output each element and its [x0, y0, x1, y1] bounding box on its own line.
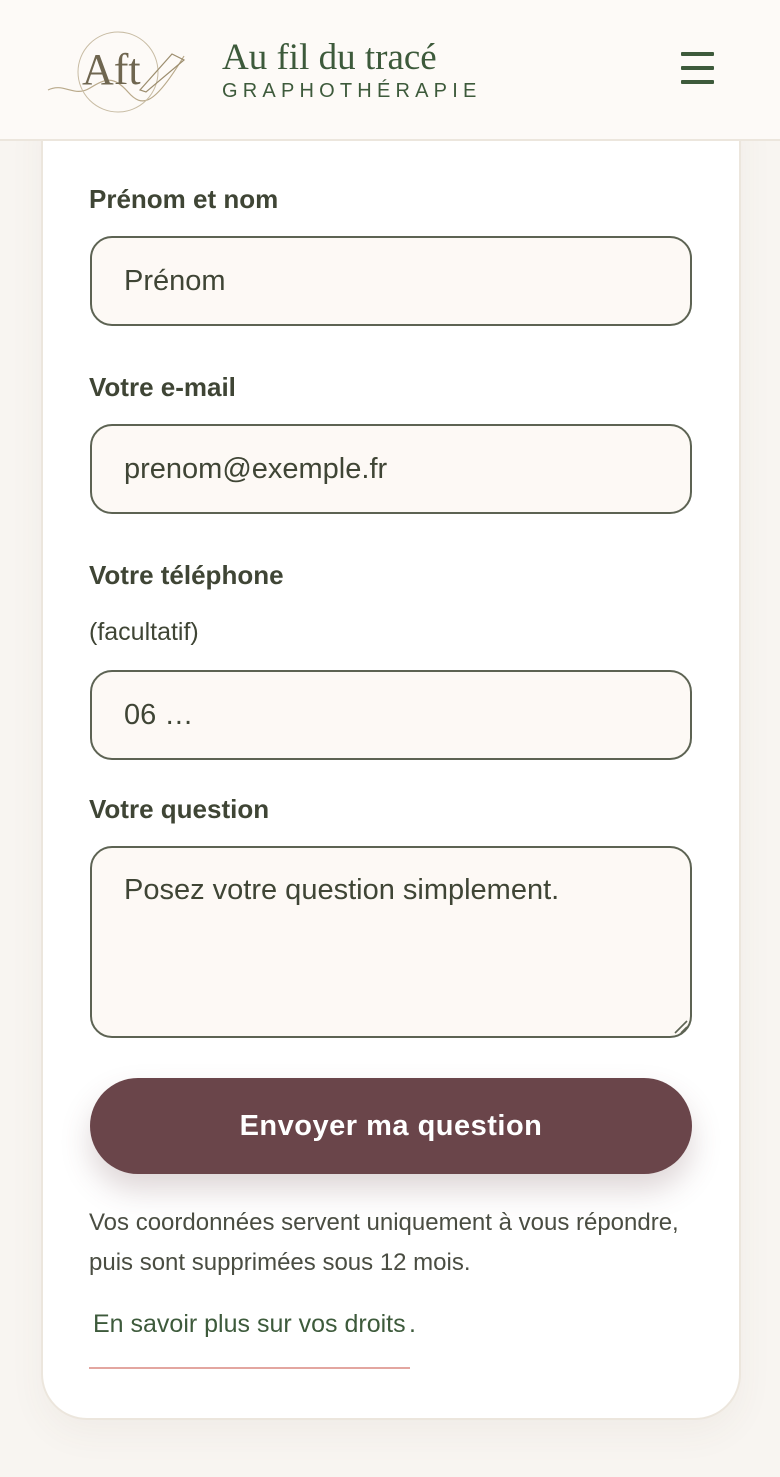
svg-text:Aft: Aft	[82, 45, 141, 94]
resize-handle-icon[interactable]	[672, 1018, 688, 1034]
phone-optional-note: (facultatif)	[89, 618, 199, 646]
question-label: Votre question	[89, 794, 270, 824]
privacy-notice: Vos coordonnées servent uniquement à vou…	[89, 1209, 679, 1276]
site-header: Aft Au fil du tracé GRAPHOTHÉRAPIE	[0, 0, 780, 141]
phone-field[interactable]	[90, 670, 692, 760]
privacy-link-suffix: .	[409, 1310, 416, 1338]
site-title[interactable]: Au fil du tracé	[222, 36, 437, 79]
question-textarea[interactable]	[90, 846, 692, 1038]
name-field[interactable]	[90, 236, 692, 326]
email-label: Votre e-mail	[89, 372, 236, 402]
name-label: Prénom et nom	[89, 184, 279, 214]
submit-question-button[interactable]: Envoyer ma question	[90, 1078, 692, 1174]
menu-button[interactable]	[672, 46, 722, 90]
link-underline	[89, 1367, 410, 1369]
logo-monogram-icon[interactable]: Aft	[44, 26, 190, 118]
site-subtitle: GRAPHOTHÉRAPIE	[222, 80, 482, 102]
phone-label: Votre téléphone	[89, 560, 284, 590]
email-field[interactable]	[90, 424, 692, 514]
privacy-rights-link[interactable]: En savoir plus sur vos droits	[93, 1310, 406, 1339]
hamburger-icon	[681, 52, 714, 56]
